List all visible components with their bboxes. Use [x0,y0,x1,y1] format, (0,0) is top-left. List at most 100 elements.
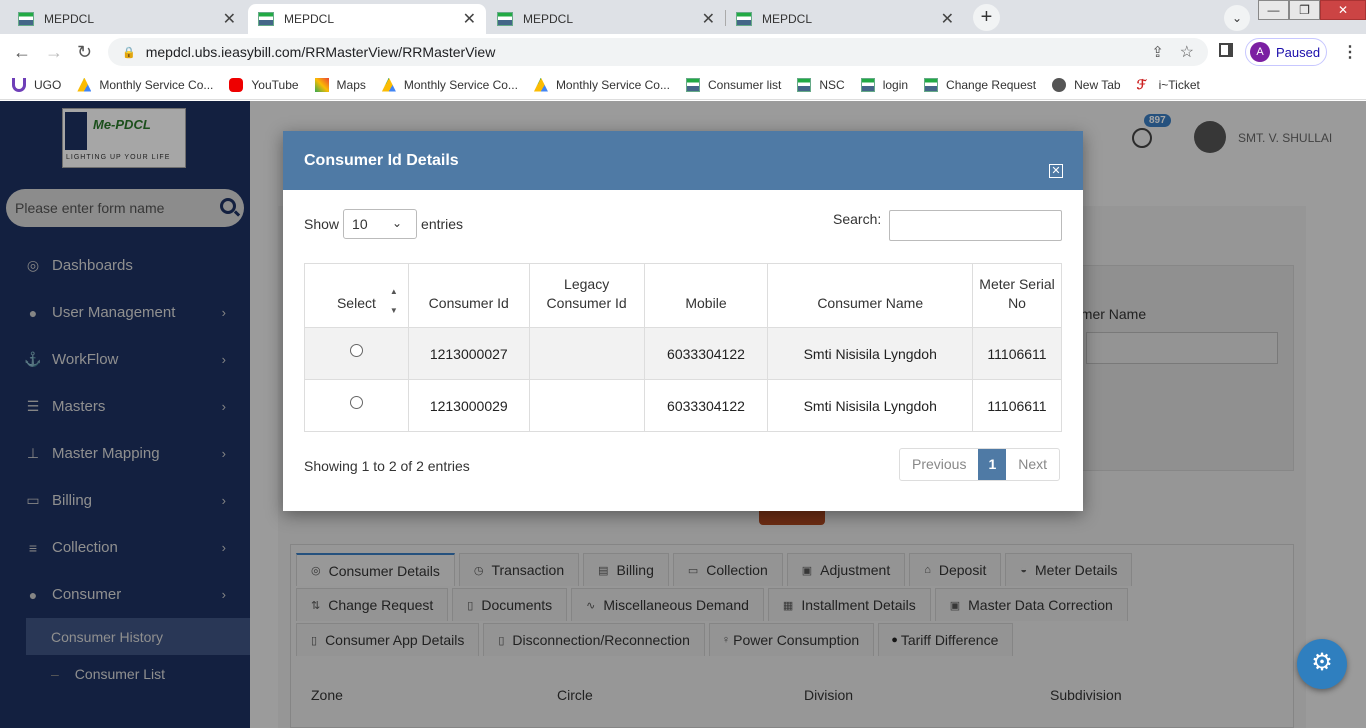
bookmark-item[interactable]: Monthly Service Co... [381,77,518,92]
legacy-id-cell [528,379,645,432]
close-tab-icon[interactable]: ✕ [941,9,954,29]
column-header-mobile[interactable]: Mobile [643,263,769,328]
table-info: Showing 1 to 2 of 2 entries [304,458,470,474]
bookmark-label: Change Request [946,77,1037,92]
consumer-table: Select ▲ ▼ Consumer Id Legacy Consumer Id … [304,263,1062,432]
new-tab-button[interactable]: + [973,4,1000,31]
mepdcl-favicon-icon [18,12,34,26]
bookmark-item[interactable]: New Tab [1052,77,1121,92]
bookmark-label: Maps [336,77,366,92]
search-label: Search: [833,211,882,227]
side-panel-icon[interactable] [1219,43,1233,57]
close-tab-icon[interactable]: ✕ [702,9,715,29]
close-icon[interactable]: ✕ [1049,164,1063,178]
mepdcl-favicon-icon [860,77,875,92]
column-header-label: Legacy Consumer Id [546,276,627,311]
drive-icon [381,77,396,92]
column-header-label: Consumer Name [817,295,924,311]
share-icon[interactable]: ⇪ [1151,43,1164,61]
modal-title: Consumer Id Details [304,151,459,169]
chevron-down-icon: ⌄ [391,216,403,230]
mepdcl-favicon-icon [797,77,812,92]
mepdcl-favicon-icon [685,77,700,92]
column-header-select[interactable]: Select ▲ ▼ [304,263,409,328]
tab-title: MEPDCL [762,12,813,26]
window-close-button[interactable]: ✕ [1320,0,1366,20]
bookmark-item[interactable]: Maps [314,77,366,92]
table-row: 1213000027 6033304122 Smti Nisisila Lyng… [304,327,1062,380]
column-header-consumer-name[interactable]: Consumer Name [767,263,974,328]
page-button[interactable]: 1 [978,449,1007,480]
youtube-icon [229,77,244,92]
close-tab-icon[interactable]: ✕ [223,9,236,29]
column-header-label: Meter Serial No [979,276,1055,311]
column-header-legacy-consumer-id[interactable]: Legacy Consumer Id [528,263,645,328]
tab-title: MEPDCL [284,12,335,26]
ugo-icon [12,77,26,92]
window-controls: — ❐ ✕ [1258,0,1366,20]
address-bar-row: ← → ↻ 🔒 mepdcl.ubs.ieasybill.com/RRMaste… [0,34,1366,70]
next-button[interactable]: Next [1006,449,1059,480]
profile-button[interactable]: A Paused [1245,38,1327,66]
bookmark-label: Consumer list [707,77,782,92]
profile-status: Paused [1276,44,1321,60]
table-search-input[interactable] [889,210,1062,241]
bookmark-label: i~Ticket [1158,77,1200,92]
browser-tab[interactable]: MEPDCL ✕ [726,4,964,34]
mepdcl-favicon-icon [736,12,752,26]
table-row: 1213000029 6033304122 Smti Nisisila Lyng… [304,379,1062,432]
consumer-id-cell: 1213000029 [407,379,530,432]
bookmark-label: Monthly Service Co... [555,77,670,92]
bookmark-item[interactable]: UGO [12,77,61,92]
legacy-id-cell [528,327,645,380]
browser-tab-active[interactable]: MEPDCL ✕ [248,4,486,34]
meter-serial-cell: 11106611 [972,327,1062,380]
select-cell [304,327,409,380]
bookmark-item[interactable]: Monthly Service Co... [77,77,214,92]
bookmark-item[interactable]: login [860,77,908,92]
reload-icon[interactable]: ↻ [77,42,92,63]
column-header-consumer-id[interactable]: Consumer Id [407,263,530,328]
ticket-icon: ℱ [1136,76,1147,92]
bookmarks-bar: UGO Monthly Service Co... YouTube Maps M… [0,70,1366,100]
tab-search-chevron-icon[interactable]: ⌄ [1224,5,1250,31]
bookmark-item[interactable]: Change Request [924,77,1037,92]
tab-title: MEPDCL [523,12,574,26]
bookmark-item[interactable]: NSC [797,77,845,92]
consumer-name-cell: Smti Nisisila Lyngdoh [767,379,974,432]
column-header-label: Select [336,295,376,311]
row-select-radio[interactable] [349,396,363,410]
maximize-button[interactable]: ❐ [1289,0,1320,20]
maps-icon [314,77,329,92]
previous-button[interactable]: Previous [900,449,978,480]
browser-tab[interactable]: MEPDCL ✕ [8,4,246,34]
bookmark-item[interactable]: Consumer list [685,77,782,92]
drive-icon [533,77,548,92]
bookmark-label: Monthly Service Co... [99,77,214,92]
pagination: Previous 1 Next [899,448,1061,481]
browser-menu-icon[interactable]: ⋮ [1342,42,1358,62]
column-header-label: Mobile [685,295,727,311]
close-tab-icon[interactable]: ✕ [463,9,476,29]
row-select-radio[interactable] [349,344,363,358]
entries-label: entries [421,216,464,232]
back-arrow-icon[interactable]: ← [13,42,31,63]
bookmark-item[interactable]: YouTube [229,77,299,92]
bookmark-star-icon[interactable]: ☆ [1180,42,1194,62]
mepdcl-favicon-icon [497,12,513,26]
modal-header: Consumer Id Details ✕ [283,131,1083,190]
forward-arrow-icon[interactable]: → [45,42,63,63]
url-bar[interactable]: 🔒 mepdcl.ubs.ieasybill.com/RRMasterView/… [108,38,1208,66]
bookmark-item[interactable]: ℱi~Ticket [1136,76,1200,92]
bookmark-label: New Tab [1074,77,1121,92]
settings-gear-icon[interactable]: ⚙ [1297,639,1347,689]
meter-serial-cell: 11106611 [972,379,1062,432]
mepdcl-favicon-icon [924,77,939,92]
bookmark-item[interactable]: Monthly Service Co... [533,77,670,92]
minimize-button[interactable]: — [1258,0,1289,20]
page-length-control: Show 10 ⌄ entries [304,209,463,239]
browser-tab[interactable]: MEPDCL ✕ [487,4,725,34]
page-length-select[interactable]: 10 ⌄ [343,209,418,239]
lock-icon: 🔒 [122,46,136,59]
column-header-meter-serial-no[interactable]: Meter Serial No [972,263,1062,328]
